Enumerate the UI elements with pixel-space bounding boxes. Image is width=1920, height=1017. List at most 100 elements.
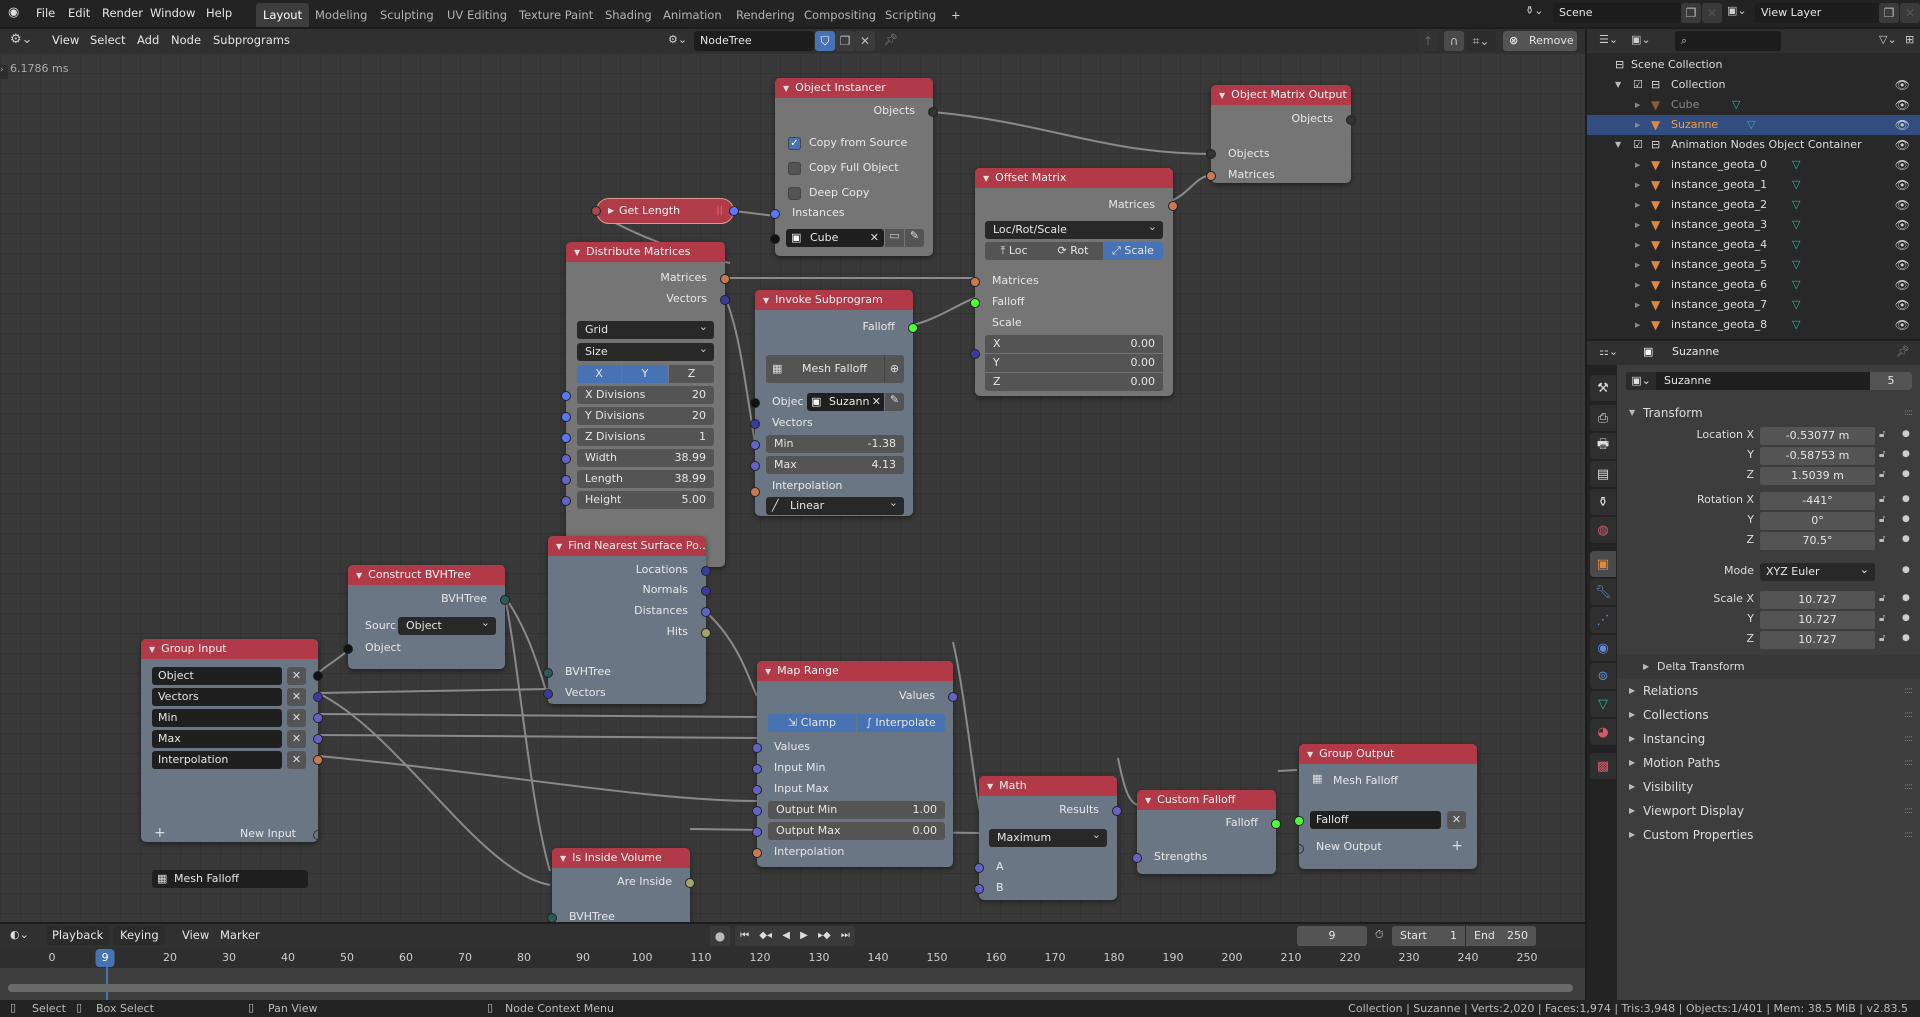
jump-end-icon[interactable]: ⏭ xyxy=(841,926,850,946)
node-object-matrix-output[interactable]: ▼ Object Matrix Output Objects Objects Ma… xyxy=(1206,85,1356,183)
length-field[interactable]: Length 38.99 xyxy=(577,470,714,488)
socket-in-bvhtree[interactable] xyxy=(543,668,553,678)
lock-icon[interactable]: 🔓︎ xyxy=(1879,429,1885,440)
input-name-field[interactable]: Vectors xyxy=(152,688,282,706)
tab-particles-icon[interactable]: ⋰ xyxy=(1590,607,1616,633)
axis-y-toggle[interactable]: Y xyxy=(622,365,668,383)
user-count[interactable]: 5 xyxy=(1870,372,1912,390)
socket-out-falloff[interactable] xyxy=(908,323,918,333)
rotation-y-field[interactable]: 0° xyxy=(1760,512,1875,530)
copy-from-source-checkbox[interactable]: ✓ xyxy=(788,137,801,150)
play-icon[interactable]: ▶ xyxy=(800,926,808,946)
keyframe-dot-icon[interactable]: ● xyxy=(1902,593,1910,603)
outliner-row[interactable]: ▶ ▼ instance_geota_6 ▽ 👁︎ xyxy=(1587,275,1920,295)
remove-input-icon[interactable]: ✕ xyxy=(287,751,306,769)
lock-icon[interactable]: 🔓︎ xyxy=(1879,449,1885,460)
rot-toggle[interactable]: ⟳ Rot xyxy=(1043,242,1103,260)
expand-triangle-icon[interactable]: ▶ xyxy=(1635,175,1640,195)
input-name-field[interactable]: Interpolation xyxy=(152,751,282,769)
node-is-inside-volume[interactable]: ▼Is Inside Volume Are Inside BVHTree Vec… xyxy=(547,848,695,922)
timeline-scrollbar[interactable] xyxy=(8,984,1573,992)
node-header[interactable]: ▼ Object Matrix Output xyxy=(1211,85,1351,105)
expand-triangle-icon[interactable]: ▶ xyxy=(1635,95,1640,115)
expand-triangle-icon[interactable]: ▶ xyxy=(1635,235,1640,255)
display-mode-icon[interactable]: ▣⌄ xyxy=(1631,33,1651,46)
menu-file[interactable]: File xyxy=(30,4,61,23)
lock-icon[interactable]: 🔓︎ xyxy=(1879,593,1885,604)
timeline-editor-type-icon[interactable]: ◐⌄ xyxy=(10,928,29,941)
output-min-field[interactable]: Output Min 1.00 xyxy=(768,801,945,819)
socket-in-min[interactable] xyxy=(750,440,760,450)
node-header[interactable]: ▼ Construct BVHTree xyxy=(348,565,505,585)
input-name-field[interactable]: Max xyxy=(152,730,282,748)
drag-grip-icon[interactable]: :::: xyxy=(1904,799,1913,823)
outliner-type-icon[interactable]: ☰⌄ xyxy=(1599,33,1618,46)
socket-in-a[interactable] xyxy=(974,863,984,873)
mesh-data-icon[interactable]: ▽ xyxy=(1792,215,1800,235)
menu-view[interactable]: View xyxy=(46,31,85,50)
lock-icon[interactable]: 🔓︎ xyxy=(1879,514,1885,525)
socket-in-max[interactable] xyxy=(750,461,760,471)
tab-output-icon[interactable]: 🖶︎ xyxy=(1590,433,1616,459)
scale-toggle[interactable]: ⤢ Scale xyxy=(1103,242,1163,260)
distribution-mode-dropdown[interactable]: Grid xyxy=(577,318,714,339)
tab-shading[interactable]: Shading xyxy=(598,3,659,27)
keyframe-dot-icon[interactable]: ● xyxy=(1902,429,1910,439)
remove-input-icon[interactable]: ✕ xyxy=(287,730,306,748)
socket-out-objects[interactable] xyxy=(1346,115,1356,125)
keyframe-dot-icon[interactable]: ● xyxy=(1902,613,1910,623)
operation-dropdown[interactable]: Maximum xyxy=(989,826,1107,847)
scene-icon[interactable]: ⚱⌄ xyxy=(1525,4,1543,17)
socket-in-matrices[interactable] xyxy=(1206,171,1216,181)
socket-new-input[interactable] xyxy=(313,830,323,840)
socket-out-are-inside[interactable] xyxy=(685,878,695,888)
expand-triangle-icon[interactable]: ▶ xyxy=(1635,195,1640,215)
node-canvas[interactable]: 6.1786 ms › ▼ Object Instancer Objects ✓… xyxy=(0,53,1585,922)
expand-triangle-icon[interactable]: ▶ xyxy=(1635,295,1640,315)
socket-out-object[interactable] xyxy=(313,671,323,681)
socket-in-output-max[interactable] xyxy=(752,827,762,837)
mesh-data-icon[interactable]: ▽ xyxy=(1732,95,1740,115)
expand-triangle-icon[interactable]: ▶ xyxy=(1635,115,1640,135)
mesh-data-icon[interactable]: ▽ xyxy=(1792,315,1800,335)
socket-in-y-divisions[interactable] xyxy=(561,412,571,422)
outliner-row[interactable]: ▶ ▼ instance_geota_3 ▽ 👁︎ xyxy=(1587,215,1920,235)
output-max-field[interactable]: Output Max 0.00 xyxy=(768,822,945,840)
editor-type-icon[interactable]: ⚙⌄ xyxy=(10,32,33,47)
tab-mesh-data-icon[interactable]: ▽ xyxy=(1590,691,1616,717)
expand-triangle-icon[interactable]: ▶ xyxy=(1635,275,1640,295)
clamp-toggle[interactable]: ⇲ Clamp xyxy=(768,714,856,732)
start-frame-field[interactable]: Start 1 xyxy=(1392,926,1465,946)
eye-visibility-icon[interactable]: 👁︎ xyxy=(1895,95,1910,115)
axis-z-toggle[interactable]: Z xyxy=(669,365,714,383)
socket-new-output[interactable] xyxy=(1294,844,1304,854)
duplicate-tree-icon[interactable]: ❐ xyxy=(835,31,855,51)
outliner-row[interactable]: ▶ ▼ instance_geota_2 ▽ 👁︎ xyxy=(1587,195,1920,215)
scale-z-field[interactable]: Z 0.00 xyxy=(985,373,1163,391)
node-header[interactable]: ▼ Math xyxy=(979,776,1117,796)
drag-grip-icon[interactable]: :::: xyxy=(1904,401,1913,425)
keyframe-dot-icon[interactable]: ● xyxy=(1902,534,1910,544)
mesh-data-icon[interactable]: ▽ xyxy=(1792,295,1800,315)
tab-animation[interactable]: Animation xyxy=(656,3,729,27)
socket-in-object[interactable] xyxy=(770,234,780,244)
stopwatch-icon[interactable]: ⏱ xyxy=(1375,928,1384,942)
socket-out-hits[interactable] xyxy=(701,628,711,638)
pin-icon[interactable]: 📌︎ xyxy=(884,33,898,46)
mesh-data-icon[interactable]: ▽ xyxy=(1792,175,1800,195)
panel-instancing[interactable]: ▶ Instancing:::: xyxy=(1617,727,1920,751)
node-offset-matrix[interactable]: ▼Offset Matrix Matrices Loc/Rot/Scale ⤒ … xyxy=(970,168,1178,396)
blender-logo-icon[interactable]: ◉ xyxy=(8,5,19,20)
new-view-layer-icon[interactable]: ❐ xyxy=(1879,3,1899,23)
node-tree-field[interactable]: NodeTree xyxy=(694,31,814,51)
tab-object-icon[interactable]: ▣ xyxy=(1590,551,1616,577)
unlink-tree-icon[interactable]: ✕ xyxy=(855,31,875,51)
node-header[interactable]: ▼ Object Instancer xyxy=(775,78,933,98)
source-dropdown[interactable]: Object xyxy=(398,614,496,635)
socket-out-vectors[interactable] xyxy=(720,295,730,305)
location-z-field[interactable]: 1.5039 m xyxy=(1760,467,1875,485)
jump-start-icon[interactable]: ⏮ xyxy=(740,926,749,946)
eye-visibility-icon[interactable]: 👁︎ xyxy=(1895,115,1910,135)
drag-grip-icon[interactable]: :::: xyxy=(1904,679,1913,703)
node-header[interactable]: ▼ Is Inside Volume xyxy=(552,848,690,868)
